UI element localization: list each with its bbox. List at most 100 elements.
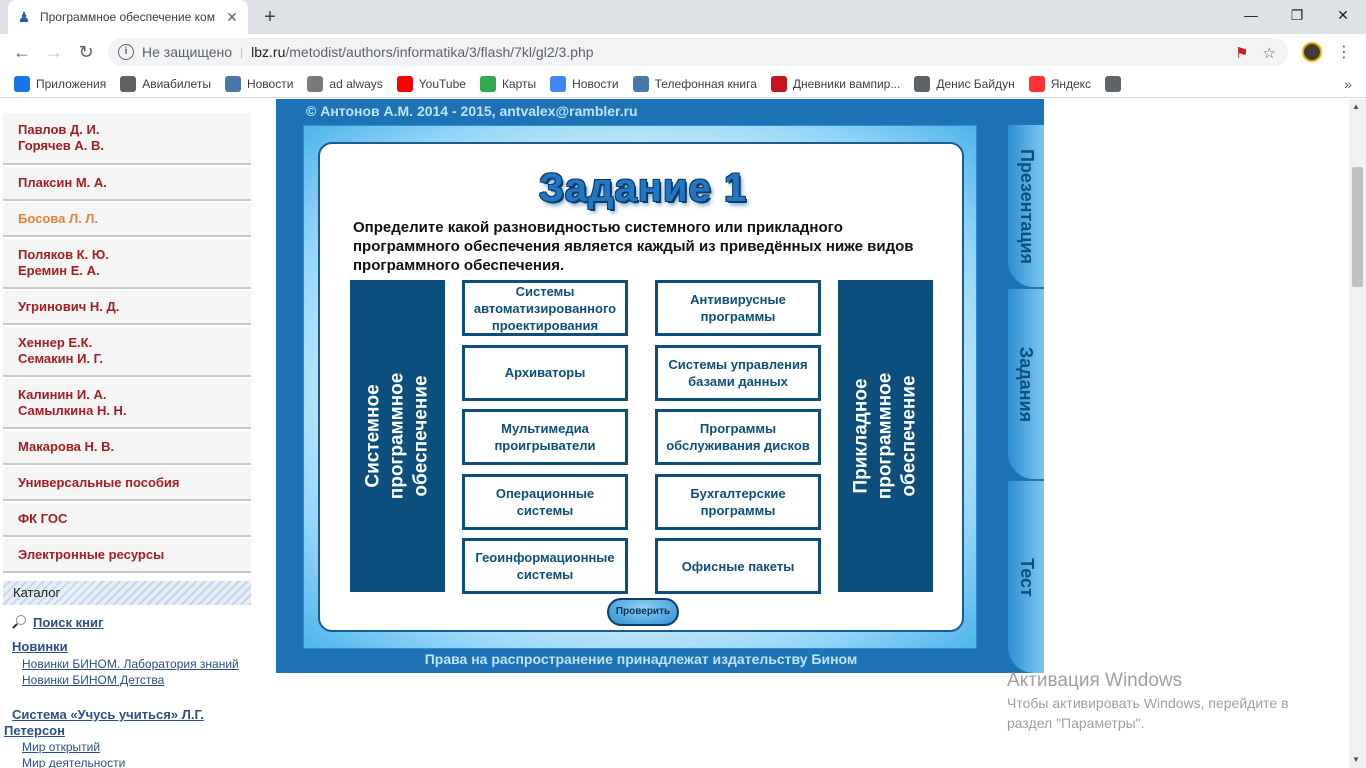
system-software-panel[interactable]: Системное программное обеспечение	[350, 280, 445, 592]
sidebar-item-2[interactable]: Босова Л. Л.	[3, 203, 251, 237]
vk-icon	[632, 75, 649, 92]
bookmark-10[interactable]: Яндекс	[1028, 75, 1092, 92]
minimize-button[interactable]: —	[1228, 0, 1274, 30]
sidebar-item-0[interactable]: Павлов Д. И. Горячев А. В.	[3, 113, 251, 165]
tab-tasks-label: Задания	[1016, 346, 1037, 422]
sidebar-item-4[interactable]: Угринович Н. Д.	[3, 291, 251, 325]
sidebar-item-1[interactable]: Плаксин М. А.	[3, 167, 251, 201]
system-label-1[interactable]: Система «Учусь учиться» Л.Г.	[12, 707, 204, 722]
sidebar-item-10[interactable]: Электронные ресурсы	[3, 539, 251, 573]
menu-dots-icon[interactable]: ⋮	[1336, 42, 1352, 62]
profile-avatar[interactable]	[1302, 42, 1322, 62]
novelties-heading[interactable]: Новинки	[12, 639, 68, 654]
google-news-icon	[550, 75, 567, 92]
globe-icon	[1105, 75, 1122, 92]
close-window-button[interactable]: ✕	[1320, 0, 1366, 30]
bookmark-label: ad always	[329, 76, 383, 91]
wa-icon	[770, 75, 787, 92]
activity-board: Задание 1 Определите какой разновидность…	[318, 142, 964, 632]
search-icon	[10, 613, 28, 631]
page-scrollbar[interactable]: ▲ ▼	[1349, 99, 1366, 768]
close-tab-icon[interactable]: ✕	[224, 9, 240, 25]
novelty-link-childhood[interactable]: Новинки БИНОМ Детства	[22, 673, 164, 687]
application-software-panel[interactable]: Прикладное программное обеспечение	[838, 280, 933, 592]
bookmark-2[interactable]: Новости	[224, 75, 293, 92]
bookmarks-bar: Приложения Авиабилеты Новости ad always YouT…	[0, 70, 1366, 98]
back-arrow-icon[interactable]: ←	[10, 40, 34, 64]
novelties-label[interactable]: Новинки	[12, 639, 68, 654]
sidebar-item-8[interactable]: Универсальные пособия	[3, 467, 251, 501]
sidebar-item-9[interactable]: ФК ГОС	[3, 503, 251, 537]
sidebar-item-label: Универсальные пособия	[18, 475, 180, 490]
windows-activation-watermark: Активация Windows Чтобы активировать Win…	[1007, 669, 1337, 733]
software-option-card[interactable]: Геоинформационные системы	[462, 538, 628, 594]
software-option-label: Системы автоматизированного проектирован…	[473, 283, 617, 333]
browser-tab[interactable]: ♟ Программное обеспечение ком ✕	[8, 0, 248, 34]
software-option-label: Мультимедиа проигрыватели	[494, 421, 596, 453]
system-heading[interactable]: Система «Учусь учиться» Л.Г. Петерсон	[4, 707, 250, 739]
sidebar-item-label: Электронные ресурсы	[18, 547, 165, 562]
flash-activity: © Антонов А.М. 2014 - 2015, antvalex@ram…	[276, 99, 1044, 673]
sidebar-item-6[interactable]: Калинин И. А. Самылкина Н. Н.	[3, 379, 251, 429]
page-viewport: Каталог Поиск книг Новинки Новинки БИНОМ…	[0, 99, 1349, 768]
bookmark-8[interactable]: Дневники вампир...	[770, 75, 900, 92]
reload-icon[interactable]: ↻	[74, 40, 98, 64]
system-label-2[interactable]: Петерсон	[4, 723, 65, 738]
software-option-card[interactable]: Антивирусные программы	[655, 280, 821, 336]
more-bookmarks-icon[interactable]: »	[1344, 76, 1352, 92]
check-button[interactable]: Проверить	[607, 598, 679, 626]
software-option-label: Системы управления базами данных	[668, 356, 808, 389]
software-option-card[interactable]: Программы обслуживания дисков	[655, 409, 821, 465]
tab-tasks[interactable]: Задания	[1008, 289, 1044, 479]
bookmark-7[interactable]: Телефонная книга	[632, 75, 757, 92]
tab-presentation[interactable]: Презентация	[1008, 125, 1044, 287]
novelty-link-binom[interactable]: Новинки БИНОМ. Лаборатория знаний	[22, 657, 239, 671]
new-tab-button[interactable]: +	[258, 5, 282, 29]
catalog-header: Каталог	[3, 581, 251, 605]
bookmark-11[interactable]	[1105, 75, 1127, 92]
search-books-label[interactable]: Поиск книг	[33, 615, 103, 630]
forward-arrow-icon[interactable]: →	[42, 40, 66, 64]
software-option-card[interactable]: Офисные пакеты	[655, 538, 821, 594]
software-option-card[interactable]: Системы управления базами данных	[655, 344, 821, 401]
bookmark-0[interactable]: Приложения	[14, 75, 106, 92]
sidebar-item-3[interactable]: Поляков К. Ю. Еремин Е. А.	[3, 239, 251, 289]
scroll-down-arrow-icon[interactable]: ▼	[1352, 755, 1360, 764]
tab-strip: ♟ Программное обеспечение ком ✕ + — ❐ ✕	[0, 0, 1366, 34]
tab-test[interactable]: Тест	[1008, 481, 1044, 673]
software-option-card[interactable]: Системы автоматизированного проектирован…	[462, 280, 628, 336]
bookmark-5[interactable]: Карты	[479, 75, 536, 92]
sidebar-item-label: Плаксин М. А.	[18, 175, 107, 190]
address-bar[interactable]: i Не защищено | lbz.ru/metodist/authors/…	[108, 38, 1288, 66]
software-option-card[interactable]: Мультимедиа проигрыватели	[462, 409, 628, 465]
system-link-activity[interactable]: Мир деятельности	[22, 756, 125, 768]
url-path: /metodist/authors/informatika/3/flash/7k…	[285, 44, 594, 60]
software-option-card[interactable]: Бухгалтерские программы	[655, 473, 821, 530]
url-text[interactable]: lbz.ru/metodist/authors/informatika/3/fl…	[251, 44, 593, 60]
bookmark-label: Денис Байдун	[936, 76, 1015, 91]
bookmark-9[interactable]: Денис Байдун	[914, 75, 1015, 92]
bookmark-1[interactable]: Авиабилеты	[120, 75, 211, 92]
info-icon[interactable]: i	[118, 44, 134, 60]
system-link-discoveries[interactable]: Мир открытий	[22, 740, 100, 754]
task-title: Задание 1	[538, 166, 748, 210]
blocked-content-icon[interactable]: ⚑	[1235, 44, 1248, 62]
scrollbar-thumb[interactable]	[1352, 167, 1363, 287]
software-option-card[interactable]: Архиваторы	[462, 344, 628, 401]
sidebar-item-5[interactable]: Хеннер Е.К. Семакин И. Г.	[3, 327, 251, 377]
bookmark-4[interactable]: YouTube	[396, 75, 466, 92]
bookmark-star-icon[interactable]: ☆	[1263, 44, 1276, 62]
separator: |	[240, 45, 244, 59]
software-option-card[interactable]: Операционные системы	[462, 473, 628, 530]
sidebar-item-label: Макарова Н. В.	[18, 439, 115, 454]
sidebar-item-7[interactable]: Макарова Н. В.	[3, 431, 251, 465]
search-books-link[interactable]: Поиск книг	[10, 613, 103, 631]
restore-button[interactable]: ❐	[1274, 0, 1320, 30]
sidebar-item-label: Самылкина Н. Н.	[18, 403, 127, 418]
bookmark-label: Яндекс	[1050, 76, 1092, 91]
bookmark-6[interactable]: Новости	[550, 75, 619, 92]
sidebar-item-label: Угринович Н. Д.	[18, 299, 120, 314]
software-option-label: Архиваторы	[504, 365, 586, 380]
bookmark-3[interactable]: ad always	[307, 75, 383, 92]
scroll-up-arrow-icon[interactable]: ▲	[1352, 102, 1360, 111]
